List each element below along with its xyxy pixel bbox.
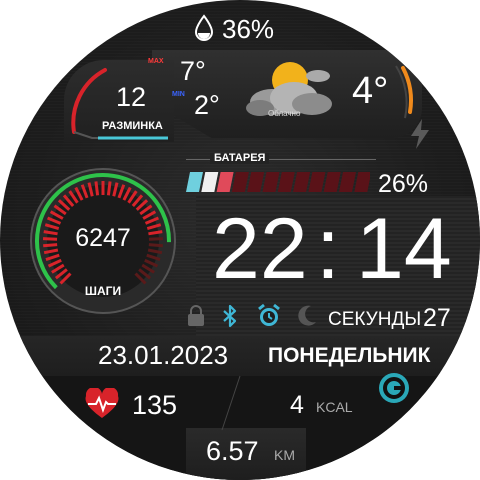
- battery-segment: [323, 172, 341, 192]
- seconds-widget: СЕКУНДЫ 27: [328, 304, 458, 334]
- humidity-value: 36%: [222, 14, 275, 44]
- battery-segments: [186, 172, 370, 192]
- steps-value: 6247: [75, 224, 131, 252]
- temperature-range[interactable]: MAX 7° MIN 2°: [146, 56, 220, 126]
- battery-segment: [216, 172, 234, 192]
- steps-gauge-tick: [94, 181, 100, 196]
- weather-condition: Облачно: [268, 109, 301, 118]
- distance-value: 6.57: [206, 436, 259, 466]
- date-value: 23.01.2023: [98, 340, 229, 370]
- steps-widget[interactable]: 6247 ШАГИ: [28, 166, 178, 316]
- battery-segment: [201, 172, 219, 192]
- steps-gauge-tick: [106, 181, 112, 196]
- battery-segment: [308, 172, 326, 192]
- humidity-widget[interactable]: 36%: [192, 14, 292, 44]
- battery-segment: [247, 172, 265, 192]
- battery-segment: [186, 172, 203, 192]
- weather-widget[interactable]: Облачно: [232, 58, 342, 122]
- temp-min-value: 2°: [194, 90, 220, 120]
- watch-face: 36% 12 РАЗМИНКА MAX 7° MIN 2° Облачно 4°…: [0, 0, 480, 480]
- divider-line: [221, 375, 241, 431]
- battery-segment: [293, 172, 311, 192]
- bluetooth-icon[interactable]: [222, 304, 238, 328]
- clock-separator: :: [316, 201, 340, 297]
- distance-widget[interactable]: 6.57 KM: [206, 438, 316, 472]
- date-widget[interactable]: 23.01.2023 ПОНЕДЕЛЬНИК: [98, 340, 438, 374]
- heart-rate-widget[interactable]: 135: [84, 386, 194, 422]
- moon-icon[interactable]: [296, 304, 318, 328]
- clock-hours: 22: [212, 201, 308, 297]
- weekday-value: ПОНЕДЕЛЬНИК: [268, 344, 431, 367]
- battery-bar: [186, 172, 370, 192]
- steps-label: ШАГИ: [84, 284, 122, 298]
- status-icons: [186, 302, 326, 332]
- water-drop-icon: [194, 14, 214, 41]
- battery-widget[interactable]: БАТАРЕЯ 26%: [186, 150, 450, 198]
- temp-max-tag: MAX: [148, 58, 164, 65]
- battery-percent: 26%: [378, 170, 429, 198]
- battery-segment: [231, 172, 249, 192]
- clock-minutes: 14: [356, 201, 452, 297]
- google-fit-icon[interactable]: [378, 372, 410, 404]
- warmup-value: 12: [116, 82, 147, 112]
- distance-unit: KM: [274, 447, 295, 463]
- temp-min-tag: MIN: [172, 91, 185, 98]
- battery-label: БАТАРЕЯ: [210, 153, 270, 164]
- lightning-icon: [411, 119, 429, 149]
- time-display[interactable]: 22 : 14: [212, 206, 472, 296]
- seconds-value: 27: [423, 304, 451, 332]
- temp-max-value: 7°: [180, 56, 206, 86]
- battery-segment: [262, 172, 280, 192]
- battery-segment: [277, 172, 295, 192]
- calories-unit: KCAL: [316, 399, 353, 415]
- current-temperature[interactable]: 4°: [352, 72, 388, 110]
- seconds-label: СЕКУНДЫ: [328, 309, 422, 330]
- lock-icon[interactable]: [186, 304, 206, 328]
- calories-value: 4: [290, 391, 304, 419]
- battery-segment: [339, 172, 356, 192]
- heart-rate-value: 135: [132, 390, 178, 420]
- battery-segment: [354, 172, 370, 192]
- alarm-icon[interactable]: [256, 303, 282, 329]
- heart-pulse-icon: [85, 388, 119, 418]
